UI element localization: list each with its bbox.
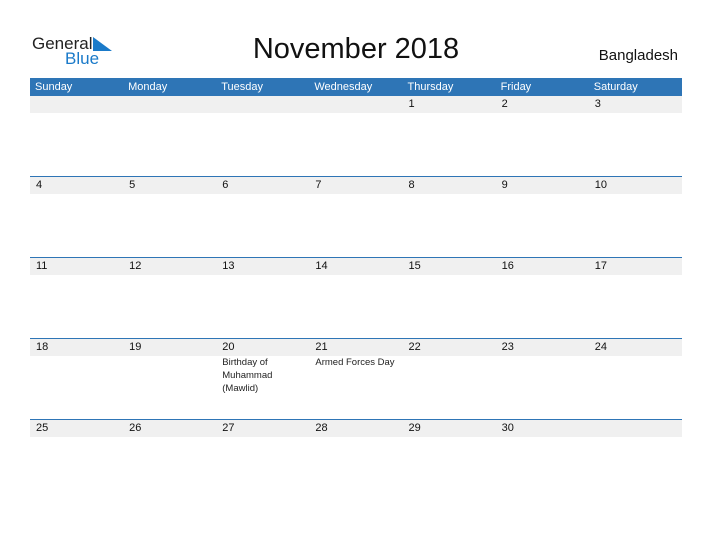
day-number: 25 xyxy=(36,422,49,434)
day-number xyxy=(315,96,402,113)
day-number: 16 xyxy=(501,260,514,272)
day-number: 19 xyxy=(129,341,142,353)
day-cell: 21 Armed Forces Day xyxy=(309,339,402,395)
day-number: 21 xyxy=(315,341,328,353)
day-cell: 17 xyxy=(589,258,682,275)
day-number: 27 xyxy=(222,422,235,434)
day-number: 17 xyxy=(594,260,607,272)
day-number: 28 xyxy=(315,422,328,434)
holiday-label: Birthday of Muhammad (Mawlid) xyxy=(222,357,273,394)
day-cell: 30 xyxy=(496,420,589,437)
day-cell xyxy=(30,96,123,113)
day-number: 20 xyxy=(222,341,235,353)
day-number: 26 xyxy=(129,422,142,434)
holiday-label: Armed Forces Day xyxy=(315,357,395,368)
day-cell: 1 xyxy=(403,96,496,113)
day-cell: 2 xyxy=(496,96,589,113)
calendar-page: General Blue November 2018 Bangladesh Su… xyxy=(0,0,712,550)
day-number: 7 xyxy=(315,179,322,191)
weekday-tuesday: Tuesday xyxy=(221,81,264,93)
day-number: 8 xyxy=(408,179,415,191)
day-number: 10 xyxy=(594,179,607,191)
day-number xyxy=(129,96,216,113)
week-row: 11 12 13 14 15 16 17 xyxy=(30,257,682,338)
day-cell: 3 xyxy=(589,96,682,113)
week-row: 1 2 3 xyxy=(30,96,682,176)
day-number: 12 xyxy=(129,260,142,272)
day-cell: 24 xyxy=(589,339,682,395)
day-number: 13 xyxy=(222,260,235,272)
day-number: 6 xyxy=(222,179,229,191)
day-cell xyxy=(123,96,216,113)
day-number: 9 xyxy=(501,179,508,191)
day-number: 14 xyxy=(315,260,328,272)
day-number: 2 xyxy=(501,98,508,110)
day-cell: 8 xyxy=(403,177,496,194)
day-cell: 23 xyxy=(496,339,589,395)
day-cell: 16 xyxy=(496,258,589,275)
weekday-friday: Friday xyxy=(500,81,532,93)
week-row: 25 26 27 28 29 30 xyxy=(30,419,682,500)
day-number: 4 xyxy=(36,179,43,191)
weekday-header: Sunday Monday Tuesday Wednesday Thursday Frid… xyxy=(30,78,682,96)
day-number: 22 xyxy=(408,341,421,353)
week-row: 4 5 6 7 8 9 10 xyxy=(30,176,682,257)
weekday-thursday: Thursday xyxy=(407,81,454,93)
week-row: 18 19 20 Birthday of Muhammad (Mawlid) 21 Arm… xyxy=(30,338,682,419)
day-cell xyxy=(309,96,402,113)
day-cell: 20 Birthday of Muhammad (Mawlid) xyxy=(216,339,309,395)
day-cell: 10 xyxy=(589,177,682,194)
day-number: 24 xyxy=(594,341,607,353)
country-label: Bangladesh xyxy=(598,47,678,64)
day-number: 30 xyxy=(501,422,514,434)
day-cell: 19 xyxy=(123,339,216,395)
day-number xyxy=(36,96,123,113)
weekday-sunday: Sunday xyxy=(35,81,73,93)
day-cell: 5 xyxy=(123,177,216,194)
day-number: 3 xyxy=(594,98,601,110)
day-cell xyxy=(589,420,682,437)
day-cell: 22 xyxy=(403,339,496,395)
day-cell: 25 xyxy=(30,420,123,437)
day-cell: 28 xyxy=(309,420,402,437)
day-number: 23 xyxy=(501,341,514,353)
day-cell: 15 xyxy=(403,258,496,275)
day-cell: 27 xyxy=(216,420,309,437)
day-number xyxy=(222,96,309,113)
day-number: 5 xyxy=(129,179,136,191)
day-cell: 18 xyxy=(30,339,123,395)
weekday-wednesday: Wednesday xyxy=(314,81,373,93)
weekday-monday: Monday xyxy=(128,81,168,93)
day-cell: 29 xyxy=(403,420,496,437)
day-cell xyxy=(216,96,309,113)
day-number xyxy=(595,420,682,437)
day-cell: 11 xyxy=(30,258,123,275)
day-cell: 12 xyxy=(123,258,216,275)
day-number: 15 xyxy=(408,260,421,272)
day-cell: 14 xyxy=(309,258,402,275)
day-cell: 4 xyxy=(30,177,123,194)
day-number: 11 xyxy=(36,260,48,272)
day-cell: 9 xyxy=(496,177,589,194)
day-cell: 6 xyxy=(216,177,309,194)
day-number: 1 xyxy=(408,98,415,110)
day-cell: 7 xyxy=(309,177,402,194)
day-cell: 26 xyxy=(123,420,216,437)
day-number: 29 xyxy=(408,422,421,434)
day-number: 18 xyxy=(36,341,49,353)
weekday-saturday: Saturday xyxy=(593,81,638,93)
day-cell: 13 xyxy=(216,258,309,275)
